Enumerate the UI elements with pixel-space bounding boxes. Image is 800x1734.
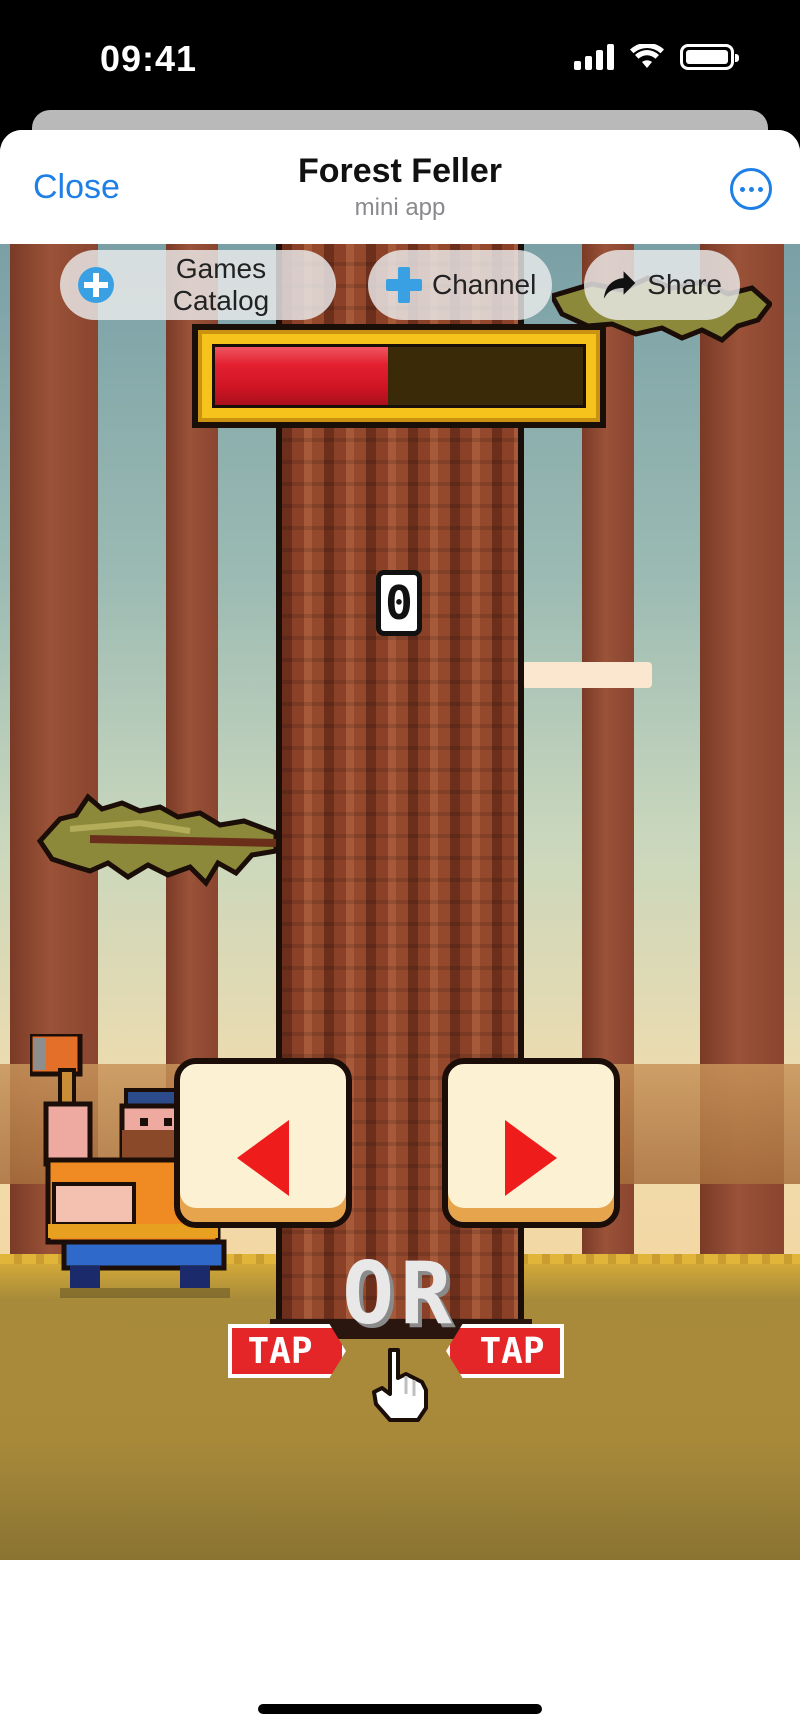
energy-bar-track xyxy=(212,344,586,408)
chop-right-button[interactable] xyxy=(442,1058,620,1228)
energy-bar xyxy=(192,324,606,428)
pointing-hand-icon xyxy=(372,1348,428,1422)
tree-branch-left xyxy=(36,793,276,888)
app-subtitle: mini app xyxy=(354,194,446,221)
games-catalog-button[interactable]: Games Catalog xyxy=(60,250,336,320)
gamepad-icon xyxy=(78,267,114,303)
tap-hint-right: TAP xyxy=(446,1324,564,1378)
energy-bar-frame xyxy=(198,330,600,422)
tap-hint-left: TAP xyxy=(228,1324,346,1378)
game-canvas[interactable]: Games Catalog Channel Share 0 OR TAP TAP xyxy=(0,244,800,1560)
signal-icon xyxy=(574,44,614,70)
ellipsis-dot xyxy=(748,186,754,192)
arrow-left-icon xyxy=(237,1120,289,1196)
wifi-icon xyxy=(630,44,664,68)
share-arrow-icon xyxy=(603,271,636,299)
ellipsis-dot xyxy=(757,186,763,192)
sheet-header: Close Forest Feller mini app xyxy=(0,130,800,244)
or-hint-label: OR xyxy=(342,1244,458,1344)
status-time: 09:41 xyxy=(100,38,198,79)
gamepad-icon xyxy=(386,267,422,303)
share-button[interactable]: Share xyxy=(584,250,740,320)
mini-app-sheet: Close Forest Feller mini app Games Catal… xyxy=(0,130,800,1734)
share-label: Share xyxy=(647,269,722,300)
channel-label: Channel xyxy=(432,269,537,300)
score-display: 0 xyxy=(376,570,422,636)
app-title: Forest Feller xyxy=(297,152,503,190)
cloud xyxy=(522,662,652,688)
chop-left-button[interactable] xyxy=(174,1058,352,1228)
arrow-right-icon xyxy=(505,1120,557,1196)
games-catalog-label: Games Catalog xyxy=(172,253,270,316)
status-bar: 09:41 xyxy=(0,0,800,120)
ellipsis-dot xyxy=(739,186,745,192)
battery-icon xyxy=(680,44,739,70)
channel-button[interactable]: Channel xyxy=(368,250,552,320)
status-icons xyxy=(574,44,739,70)
more-options-button[interactable] xyxy=(730,168,772,210)
energy-bar-fill xyxy=(215,347,388,405)
home-indicator xyxy=(258,1704,542,1714)
